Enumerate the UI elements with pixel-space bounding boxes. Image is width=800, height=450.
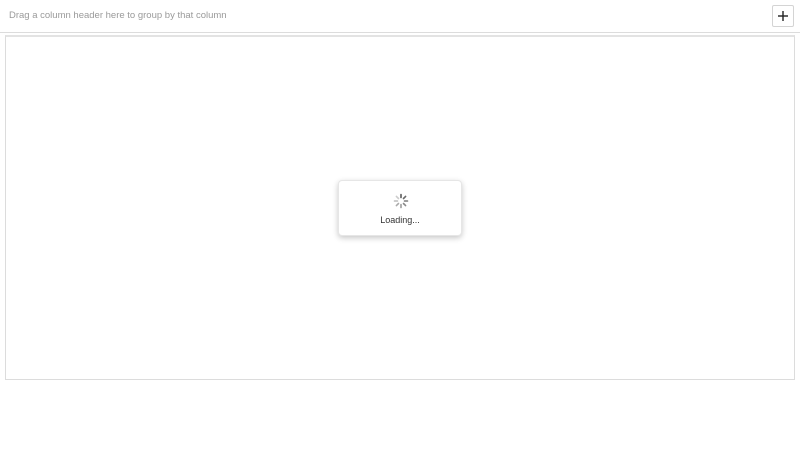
group-panel[interactable]: Drag a column header here to group by th… <box>0 0 800 33</box>
data-grid-page: Drag a column header here to group by th… <box>0 0 800 450</box>
spinner-icon <box>393 193 409 209</box>
load-panel: Loading... <box>338 180 462 236</box>
group-panel-hint: Drag a column header here to group by th… <box>9 10 227 21</box>
add-button[interactable] <box>772 5 794 27</box>
plus-icon <box>778 11 788 21</box>
loading-text: Loading... <box>380 215 420 225</box>
